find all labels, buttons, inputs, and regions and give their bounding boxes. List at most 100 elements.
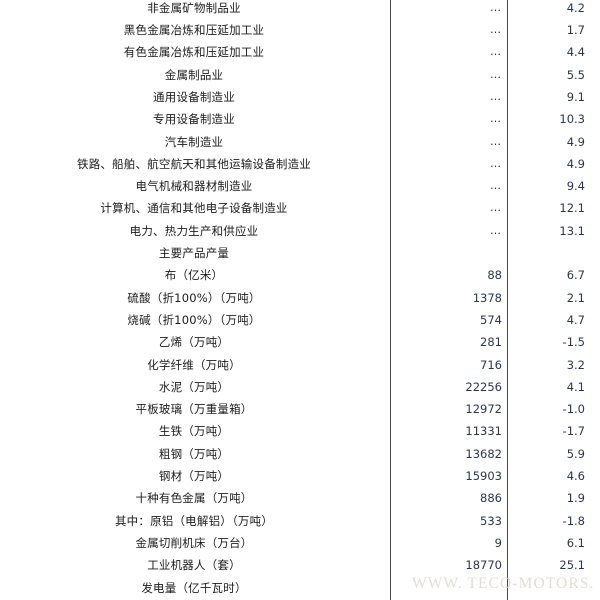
row-growth-rate: 4.9 bbox=[566, 134, 585, 149]
table-row: 有色金属冶炼和压延加工业 … 4.4 bbox=[0, 41, 600, 63]
row-value: … bbox=[490, 89, 502, 103]
table-row: 硫酸（折100%）（万吨） 1378 2.1 bbox=[0, 287, 600, 309]
row-label: 非金属矿物制品业 bbox=[147, 0, 241, 15]
table-row: 电力、热力生产和供应业 … 13.1 bbox=[0, 220, 600, 242]
row-label: 黑色金属冶炼和压延加工业 bbox=[123, 23, 265, 37]
row-growth-rate: 6.7 bbox=[566, 268, 585, 283]
row-label: 粗钢（万吨） bbox=[158, 446, 230, 461]
row-value: 716 bbox=[480, 357, 502, 372]
row-value: … bbox=[490, 201, 502, 215]
table-row: 汽车制造业 … 4.9 bbox=[0, 131, 600, 153]
table-row: 工业机器人（套） 18770 25.1 bbox=[0, 554, 600, 576]
table-row: 乙烯（万吨） 281 -1.5 bbox=[0, 331, 600, 353]
row-label: 钢材（万吨） bbox=[158, 469, 230, 483]
row-value: … bbox=[490, 112, 502, 126]
row-label: 发电量（亿千瓦时） bbox=[141, 580, 247, 595]
table-row: 主要产品产量 bbox=[0, 242, 600, 264]
table-row: 化学纤维（万吨） 716 3.2 bbox=[0, 354, 600, 376]
table-row: 专用设备制造业 … 10.3 bbox=[0, 108, 600, 130]
row-label: 有色金属冶炼和压延加工业 bbox=[123, 45, 265, 60]
row-value: 13682 bbox=[465, 446, 502, 461]
row-growth-rate: 9.1 bbox=[566, 89, 585, 104]
row-growth-rate: 3.2 bbox=[566, 357, 585, 372]
row-growth-rate: 1.9 bbox=[566, 491, 585, 506]
row-growth-rate: 4.4 bbox=[566, 45, 585, 60]
table-row: 非金属矿物制品业 … 4.2 bbox=[0, 0, 600, 19]
row-label: 生铁（万吨） bbox=[158, 424, 230, 439]
table-row: 平板玻璃（万重量箱） 12972 -1.0 bbox=[0, 398, 600, 420]
row-growth-rate: 5.5 bbox=[566, 67, 585, 82]
row-growth-rate: -1.0 bbox=[562, 402, 585, 417]
row-value: 533 bbox=[480, 513, 502, 528]
row-label: 电力、热力生产和供应业 bbox=[129, 223, 259, 238]
row-growth-rate: 10.3 bbox=[559, 112, 585, 127]
table-row: 其中：原铝（电解铝）（万吨） 533 -1.8 bbox=[0, 510, 600, 532]
row-value: 281 bbox=[480, 335, 502, 350]
row-growth-rate: 5.9 bbox=[566, 446, 585, 461]
row-label: 主要产品产量 bbox=[158, 246, 230, 260]
row-label: 通用设备制造业 bbox=[153, 89, 235, 104]
row-value: 574 bbox=[480, 312, 502, 327]
table-row: 金属制品业 … 5.5 bbox=[0, 64, 600, 86]
row-value: 11331 bbox=[465, 424, 502, 439]
table-row: 发电量（亿千瓦时） bbox=[0, 577, 600, 599]
table-row: 计算机、通信和其他电子设备制造业 … 12.1 bbox=[0, 197, 600, 219]
table-row: 烧碱（折100%）（万吨） 574 4.7 bbox=[0, 309, 600, 331]
row-label: 汽车制造业 bbox=[164, 134, 224, 149]
row-label: 硫酸（折100%）（万吨） bbox=[127, 290, 261, 305]
row-value: … bbox=[490, 45, 502, 59]
table-row: 生铁（万吨） 11331 -1.7 bbox=[0, 420, 600, 442]
row-value: … bbox=[490, 179, 502, 193]
row-value: 22256 bbox=[465, 379, 502, 394]
row-label: 铁路、船舶、航空航天和其他运输设备制造业 bbox=[77, 156, 311, 171]
row-growth-rate: -1.5 bbox=[562, 335, 585, 350]
row-value: 18770 bbox=[465, 558, 502, 573]
row-growth-rate: 4.6 bbox=[566, 469, 585, 483]
row-label: 金属制品业 bbox=[164, 67, 224, 82]
row-label: 工业机器人（套） bbox=[147, 558, 241, 573]
row-label: 计算机、通信和其他电子设备制造业 bbox=[100, 201, 288, 216]
row-label: 金属切削机床（万台） bbox=[135, 535, 253, 550]
row-label: 其中：原铝（电解铝）（万吨） bbox=[114, 513, 274, 528]
row-label: 专用设备制造业 bbox=[153, 112, 235, 127]
table-row: 十种有色金属（万吨） 886 1.9 bbox=[0, 487, 600, 509]
table-row: 黑色金属冶炼和压延加工业 … 1.7 bbox=[0, 19, 600, 41]
table-page: 非金属矿物制品业 … 4.2 黑色金属冶炼和压延加工业 … 1.7 有色金属冶炼和压延加工业… bbox=[0, 0, 600, 600]
row-label: 布（亿米） bbox=[164, 268, 224, 283]
row-value: … bbox=[490, 67, 502, 81]
table-row: 通用设备制造业 … 9.1 bbox=[0, 86, 600, 108]
row-value: 15903 bbox=[465, 469, 502, 483]
row-growth-rate: 25.1 bbox=[559, 558, 585, 573]
row-label: 水泥（万吨） bbox=[158, 379, 230, 394]
table-row: 水泥（万吨） 22256 4.1 bbox=[0, 376, 600, 398]
row-growth-rate: -1.8 bbox=[562, 513, 585, 528]
row-growth-rate: 6.1 bbox=[566, 535, 585, 550]
row-label: 烧碱（折100%）（万吨） bbox=[127, 312, 261, 327]
table-row: 铁路、船舶、航空航天和其他运输设备制造业 … 4.9 bbox=[0, 153, 600, 175]
row-growth-rate: 4.9 bbox=[566, 156, 585, 171]
row-growth-rate: 4.1 bbox=[566, 379, 585, 394]
table-row: 电气机械和器材制造业 … 9.4 bbox=[0, 175, 600, 197]
table-row: 钢材（万吨） 15903 4.6 bbox=[0, 465, 600, 487]
row-growth-rate: 2.1 bbox=[566, 290, 585, 305]
row-value: … bbox=[490, 156, 502, 170]
row-value: … bbox=[490, 134, 502, 148]
row-growth-rate: 13.1 bbox=[559, 223, 585, 238]
row-value: 1378 bbox=[472, 290, 502, 305]
table-row: 布（亿米） 88 6.7 bbox=[0, 264, 600, 286]
row-growth-rate: 12.1 bbox=[559, 201, 585, 216]
row-value: … bbox=[490, 0, 502, 14]
row-growth-rate: 4.7 bbox=[566, 312, 585, 327]
row-label: 平板玻璃（万重量箱） bbox=[135, 402, 253, 417]
row-value: 12972 bbox=[465, 402, 502, 417]
row-growth-rate: 9.4 bbox=[566, 179, 585, 194]
row-value: … bbox=[490, 23, 502, 36]
row-label: 电气机械和器材制造业 bbox=[135, 179, 253, 194]
row-value: 9 bbox=[494, 535, 502, 550]
row-value: … bbox=[490, 223, 502, 237]
row-growth-rate: 4.2 bbox=[566, 0, 585, 15]
table-row: 金属切削机床（万台） 9 6.1 bbox=[0, 532, 600, 554]
row-value: 886 bbox=[480, 491, 502, 506]
table-row: 粗钢（万吨） 13682 5.9 bbox=[0, 443, 600, 465]
row-label: 化学纤维（万吨） bbox=[147, 357, 241, 372]
